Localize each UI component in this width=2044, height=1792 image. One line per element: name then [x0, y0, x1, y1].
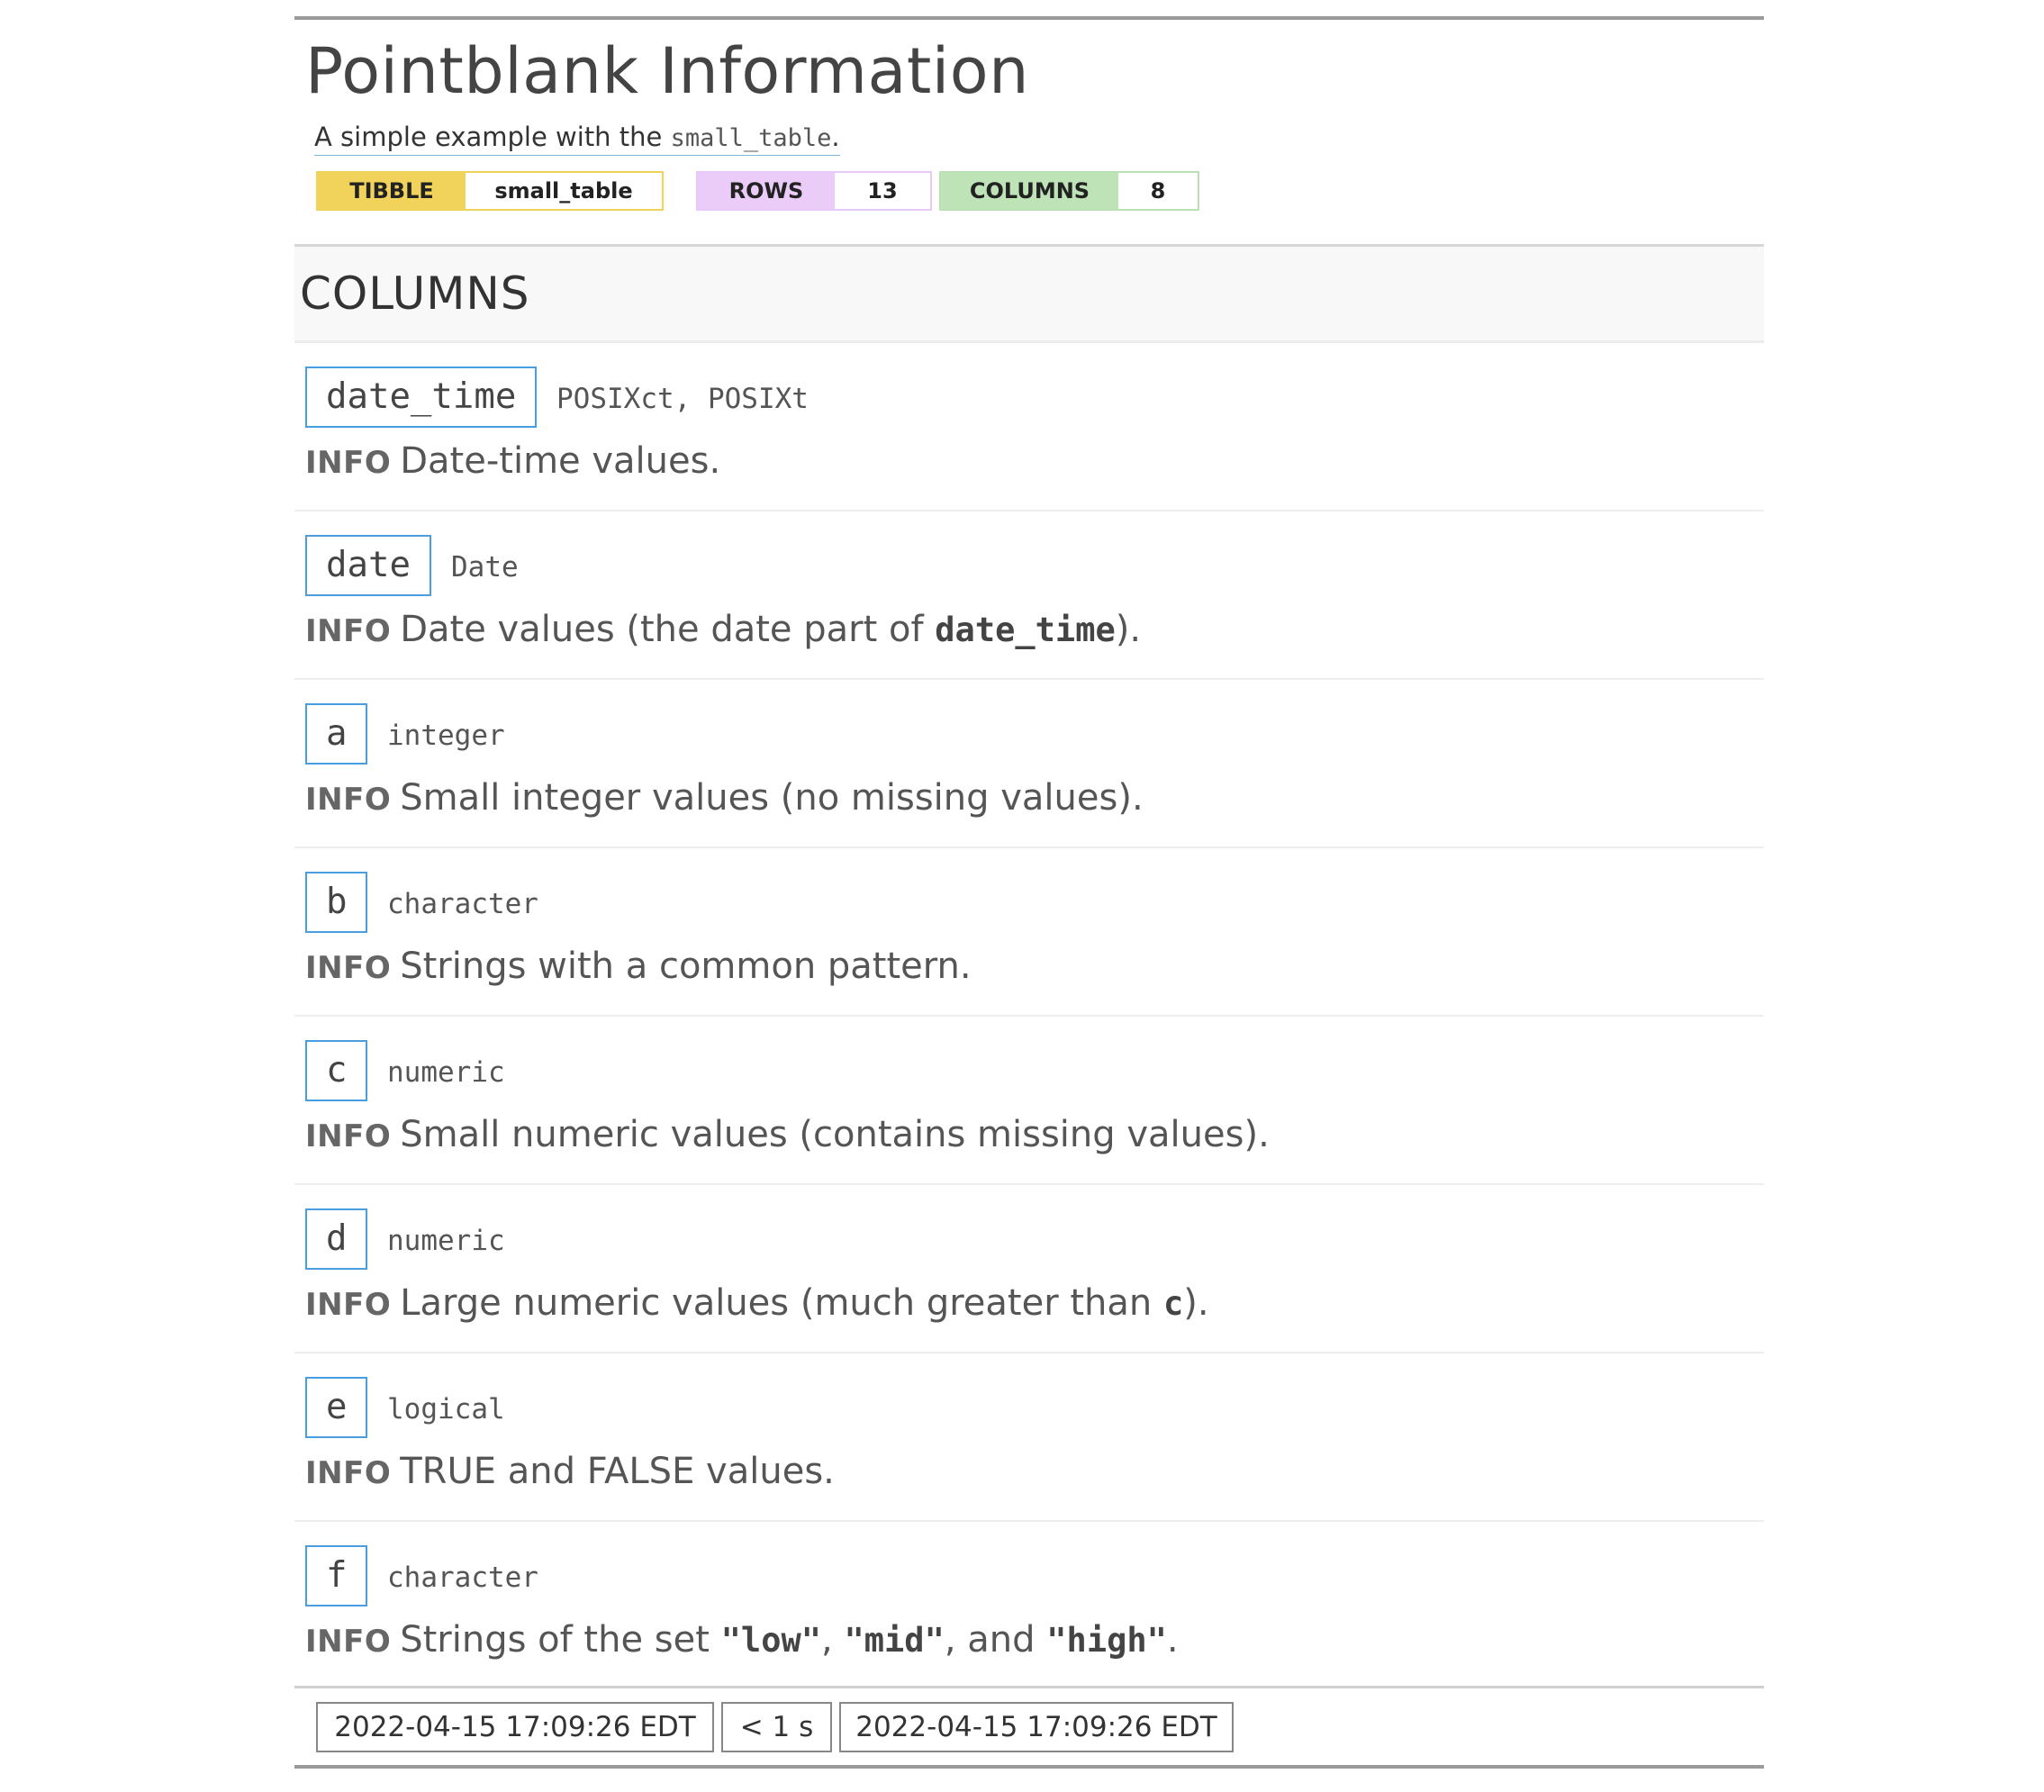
info-text: TRUE and FALSE values.: [400, 1450, 835, 1492]
column-item: a integer INFO Small integer values (no mis…: [294, 680, 1764, 848]
report-footer: 2022-04-15 17:09:26 EDT < 1 s 2022-04-15…: [294, 1685, 1764, 1769]
column-name: f: [305, 1544, 368, 1606]
column-info: INFO Small numeric values (contains missi…: [305, 1114, 1270, 1155]
info-tag: INFO: [305, 1454, 392, 1491]
column-type: logical: [387, 1392, 505, 1425]
column-info: INFO Strings of the set "low", "mid", and…: [305, 1619, 1179, 1661]
info-code: "mid": [844, 1620, 945, 1660]
column-item: c numeric INFO Small numeric values (contai…: [294, 1017, 1764, 1185]
info-code: c: [1162, 1283, 1184, 1323]
table-type-badge: TIBBLE small_table: [316, 170, 664, 211]
duration: < 1 s: [721, 1701, 832, 1752]
info-text: .: [1166, 1618, 1179, 1661]
info-text: Date values (the date part of: [400, 608, 936, 650]
info-text: Date-time values.: [400, 439, 721, 482]
column-info: INFO Date values (the date part of date_t…: [305, 609, 1141, 650]
column-info: INFO TRUE and FALSE values.: [305, 1451, 835, 1492]
pointblank-report: Pointblank Information A simple example …: [294, 16, 1764, 1769]
column-type: numeric: [387, 1055, 505, 1089]
info-code: "low": [720, 1620, 822, 1660]
column-type: character: [387, 1561, 538, 1594]
column-type: numeric: [387, 1224, 505, 1257]
table-type-label: TIBBLE: [318, 172, 466, 209]
column-item: f character INFO Strings of the set "low", …: [294, 1522, 1764, 1686]
info-text: Strings of the set: [400, 1618, 721, 1661]
subtitle-text: A simple example with the: [314, 121, 671, 152]
info-tag: INFO: [305, 781, 392, 818]
info-text: , and: [944, 1618, 1047, 1661]
column-item: e logical INFO TRUE and FALSE values.: [294, 1353, 1764, 1522]
info-code: "high": [1046, 1620, 1167, 1660]
columns-section-heading: COLUMNS: [294, 243, 1764, 343]
rows-badge: ROWS 13: [696, 170, 932, 211]
info-tag: INFO: [305, 1286, 392, 1323]
subtitle-period: .: [831, 121, 840, 152]
top-rule: [294, 16, 1764, 20]
column-type: integer: [387, 719, 505, 752]
info-text: ).: [1183, 1281, 1209, 1324]
info-text: Strings with a common pattern.: [400, 945, 972, 987]
info-text: Large numeric values (much greater than: [400, 1281, 1163, 1324]
column-info: INFO Large numeric values (much greater t…: [305, 1282, 1209, 1324]
info-tag: INFO: [305, 612, 392, 649]
column-info: INFO Small integer values (no missing val…: [305, 777, 1144, 819]
column-name: date_time: [305, 366, 538, 428]
column-info: INFO Strings with a common pattern.: [305, 946, 972, 987]
column-item: d numeric INFO Large numeric values (much g…: [294, 1185, 1764, 1353]
report-title: Pointblank Information: [305, 34, 1029, 108]
column-type: Date: [451, 550, 519, 584]
info-code: date_time: [935, 610, 1116, 649]
rows-value: 13: [835, 172, 930, 209]
rows-label: ROWS: [698, 172, 835, 209]
column-info: INFO Date-time values.: [305, 440, 720, 482]
column-item: date Date INFO Date values (the date part o…: [294, 511, 1764, 680]
info-tag: INFO: [305, 1623, 392, 1660]
column-list: date_time POSIXct, POSIXt INFO Date-time va…: [294, 343, 1764, 1686]
columns-value: 8: [1118, 172, 1198, 209]
column-name: d: [305, 1208, 368, 1270]
column-item: date_time POSIXct, POSIXt INFO Date-time va…: [294, 343, 1764, 511]
column-name: a: [305, 702, 368, 765]
column-name: e: [305, 1376, 368, 1438]
table-name-value: small_table: [466, 172, 662, 209]
subtitle-table-name: small_table: [670, 123, 832, 152]
info-tag: INFO: [305, 1118, 392, 1154]
info-text: ).: [1115, 608, 1142, 650]
start-time: 2022-04-15 17:09:26 EDT: [316, 1701, 714, 1752]
column-name: b: [305, 871, 368, 933]
info-text: Small numeric values (contains missing v…: [400, 1113, 1270, 1155]
info-text: ,: [821, 1618, 845, 1661]
info-text: Small integer values (no missing values)…: [400, 776, 1144, 819]
column-name: date: [305, 534, 431, 596]
columns-label: COLUMNS: [941, 172, 1118, 209]
column-item: b character INFO Strings with a common patt…: [294, 848, 1764, 1017]
columns-badge: COLUMNS 8: [939, 170, 1199, 211]
report-subtitle: A simple example with the small_table.: [314, 122, 840, 156]
end-time: 2022-04-15 17:09:26 EDT: [839, 1701, 1234, 1752]
info-tag: INFO: [305, 444, 392, 481]
column-type: character: [387, 887, 538, 920]
info-tag: INFO: [305, 949, 392, 986]
column-name: c: [305, 1039, 368, 1101]
column-type: POSIXct, POSIXt: [556, 382, 809, 415]
table-badges: TIBBLE small_table ROWS 13 COLUMNS 8: [294, 170, 1764, 214]
